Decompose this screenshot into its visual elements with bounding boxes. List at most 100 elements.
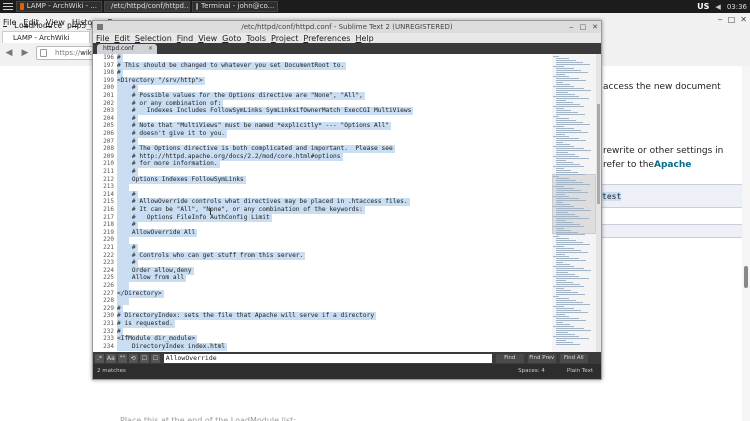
in-selection-toggle[interactable]: ☐	[139, 353, 149, 363]
apache-link[interactable]: Apache	[654, 160, 691, 170]
lock-icon	[40, 49, 47, 57]
minimap-line	[556, 204, 570, 205]
close-tab-icon[interactable]: ✕	[148, 44, 153, 54]
minimap-line	[556, 222, 573, 223]
keyboard-layout[interactable]: US	[697, 2, 709, 11]
left-page-strip	[0, 66, 92, 421]
clock[interactable]: 03:36	[727, 3, 747, 11]
regex-toggle[interactable]: .*	[95, 353, 104, 363]
maximize-icon[interactable]: □	[728, 15, 736, 24]
browser-tab[interactable]: LAMP - ArchWiki	[2, 31, 90, 43]
minimize-icon[interactable]: ‒	[569, 21, 573, 33]
minimap-line	[556, 198, 579, 199]
minimap-line	[556, 110, 571, 111]
back-icon[interactable]: ◀	[4, 48, 14, 58]
scroll-thumb[interactable]	[597, 104, 600, 204]
minimap-line	[553, 336, 579, 337]
menu-view[interactable]: View	[198, 34, 217, 43]
menu-edit[interactable]: Edit	[114, 34, 130, 43]
find-panel: .* Aa "" ⟲ ☐ ☐ AllowOverride Find Find P…	[93, 352, 601, 364]
code-editor[interactable]: 196 #197 # This should be changed to whate…	[93, 54, 601, 352]
minimap-line	[556, 208, 584, 209]
minimap-line	[553, 256, 569, 257]
find-button[interactable]: Find	[495, 353, 524, 363]
minimap-line	[556, 338, 589, 339]
highlight-toggle[interactable]: ☐	[150, 353, 160, 363]
minimap-line	[556, 254, 565, 255]
case-toggle[interactable]: Aa	[106, 353, 116, 363]
minimap-line	[556, 60, 576, 61]
menu-file[interactable]: File	[96, 34, 109, 43]
minimap-line	[556, 182, 583, 183]
minimap-line	[556, 154, 575, 155]
maximize-icon[interactable]: □	[580, 21, 587, 33]
menu-selection[interactable]: Selection	[135, 34, 172, 43]
taskbar-item-label: LAMP - ArchWiki - ...	[26, 2, 97, 10]
close-icon[interactable]: ✕	[592, 21, 598, 33]
line-number: 234	[103, 342, 114, 350]
minimize-icon[interactable]: ‒	[718, 15, 723, 24]
minimap[interactable]	[552, 54, 596, 352]
minimap-line	[556, 170, 571, 171]
minimap-line	[556, 312, 588, 313]
minimap-line	[553, 166, 584, 167]
indentation-setting[interactable]: Spaces: 4	[518, 364, 545, 379]
menu-preferences[interactable]: Preferences	[303, 34, 350, 43]
forward-icon[interactable]: ▶	[20, 48, 30, 58]
minimap-line	[556, 92, 568, 93]
app-menu-icon[interactable]	[3, 2, 13, 11]
minimap-line	[556, 288, 564, 289]
minimap-line	[556, 274, 575, 275]
minimap-line	[556, 98, 589, 99]
minimap-line	[553, 266, 574, 267]
whole-word-toggle[interactable]: ""	[117, 353, 127, 363]
minimap-line	[556, 224, 580, 225]
volume-icon[interactable]: ◀	[715, 3, 720, 11]
minimap-line	[553, 56, 559, 57]
minimap-line	[556, 72, 588, 73]
minimap-line	[556, 294, 585, 295]
taskbar-item-browser[interactable]: LAMP - ArchWiki - ...	[16, 1, 102, 12]
minimap-line	[556, 328, 584, 329]
minimap-line	[556, 334, 575, 335]
syntax-setting[interactable]: Plain Text	[567, 364, 593, 379]
minimap-line	[556, 280, 566, 281]
minimap-line	[553, 106, 584, 107]
minimap-line	[556, 188, 574, 189]
minimap-line	[553, 246, 564, 247]
find-prev-button[interactable]: Find Prev	[527, 353, 556, 363]
minimap-line	[556, 152, 568, 153]
menu-project[interactable]: Project	[271, 34, 298, 43]
menu-find[interactable]: Find	[177, 34, 193, 43]
match-count: 2 matches	[97, 368, 126, 374]
find-input[interactable]: AllowOverride	[163, 353, 492, 363]
minimap-line	[553, 66, 564, 67]
terminal-icon	[196, 3, 198, 10]
minimap-line	[556, 298, 569, 299]
minimap-line	[556, 158, 589, 159]
minimap-line	[553, 186, 564, 187]
scroll-thumb[interactable]	[744, 266, 748, 288]
wrap-toggle[interactable]: ⟲	[128, 353, 138, 363]
minimap-line	[556, 144, 570, 145]
taskbar-item-terminal[interactable]: Terminal - john@co...	[192, 1, 278, 12]
minimap-line	[553, 196, 569, 197]
minimap-line	[556, 324, 570, 325]
minimap-line	[556, 332, 568, 333]
menu-help[interactable]: Help	[355, 34, 373, 43]
editor-scrollbar[interactable]	[596, 54, 601, 352]
url-prefix: https://	[55, 49, 81, 57]
minimap-line	[556, 272, 568, 273]
menu-goto[interactable]: Goto	[222, 34, 241, 43]
close-icon[interactable]: ✕	[740, 15, 747, 24]
minimap-line	[556, 292, 578, 293]
tray: US ◀ 03:36	[697, 2, 750, 11]
menu-tools[interactable]: Tools	[246, 34, 266, 43]
taskbar-item-sublime[interactable]: /etc/httpd/conf/httpd...	[104, 1, 190, 12]
find-all-button[interactable]: Find All	[559, 353, 588, 363]
minimap-line	[556, 202, 563, 203]
minimap-line	[556, 194, 565, 195]
editor-tab[interactable]: httpd.conf ✕	[97, 44, 157, 54]
page-scrollbar[interactable]	[742, 66, 750, 421]
minimap-line	[556, 308, 574, 309]
